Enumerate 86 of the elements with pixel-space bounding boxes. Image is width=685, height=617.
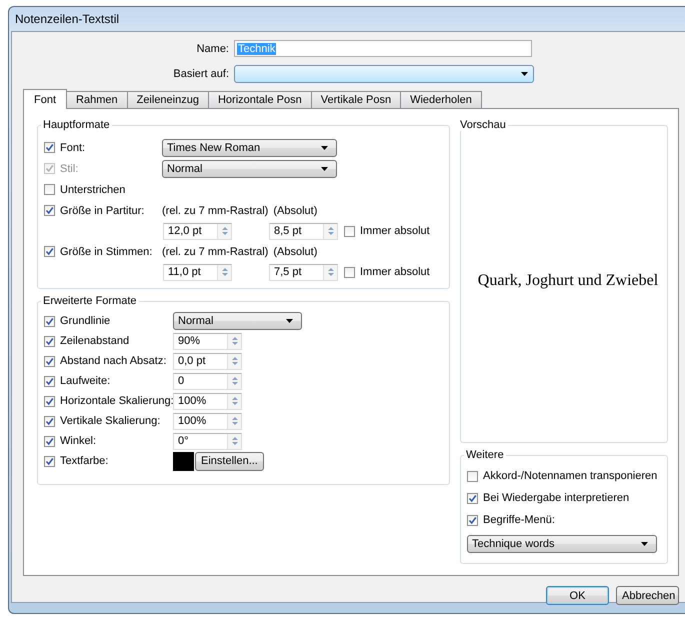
spin-arrows-icon[interactable] (220, 266, 228, 278)
option-label: Akkord-/Notennamen transponieren (483, 470, 658, 482)
option-label: Immer absolut (360, 266, 430, 278)
checkbox[interactable] (44, 246, 55, 257)
column-label: (rel. zu 7 mm-Rastral) (162, 204, 268, 216)
column-label: (Absolut) (273, 246, 318, 258)
dropdown[interactable]: Times New Roman (162, 138, 337, 156)
checkbox[interactable] (344, 226, 355, 236)
spin-arrows-icon[interactable] (230, 435, 238, 447)
option-label: Vertikale Skalierung: (60, 415, 162, 427)
checkbox[interactable] (44, 184, 55, 195)
spin-field[interactable]: 8,5 pt (269, 222, 338, 240)
checkbox[interactable] (44, 356, 55, 366)
option-label: Unterstrichen (60, 184, 126, 196)
checkbox[interactable] (44, 205, 55, 216)
checkbox[interactable] (44, 456, 55, 466)
spin-arrows-icon[interactable] (230, 375, 238, 387)
spin-arrows-icon[interactable] (230, 355, 238, 367)
group-title: Weitere (465, 449, 505, 461)
checkbox[interactable] (467, 492, 478, 504)
spin-arrows-icon[interactable] (326, 266, 334, 278)
spin-field[interactable]: 100% (173, 392, 242, 410)
spin-field[interactable]: 100% (173, 412, 242, 430)
checkbox[interactable] (44, 336, 55, 346)
tab[interactable]: Horizontale Posn (208, 91, 312, 108)
dropdown[interactable]: Technique words (467, 535, 657, 553)
dropdown[interactable]: Normal (173, 312, 302, 330)
spin-field[interactable]: 0 (173, 372, 242, 390)
option-label: Laufweite: (60, 375, 112, 387)
caret-icon (286, 319, 293, 323)
caret-icon (641, 542, 648, 546)
tab[interactable]: Zeileneinzug (126, 91, 209, 108)
checkbox[interactable] (344, 266, 355, 278)
group-title: Hauptformate (42, 119, 111, 131)
spin-field[interactable]: 90% (173, 332, 242, 350)
spin-field[interactable]: 11,0 pt (163, 264, 232, 280)
option-label: Größe in Stimmen: (60, 246, 154, 258)
caret-icon (321, 146, 328, 150)
option-label: Horizontale Skalierung: (60, 395, 173, 407)
option-label: Größe in Partitur: (60, 204, 146, 216)
tab[interactable]: Wiederholen (400, 91, 482, 108)
column-label: (rel. zu 7 mm-Rastral) (162, 246, 268, 258)
option-label: Grundlinie (60, 315, 112, 327)
option-label: Winkel: (60, 435, 98, 447)
dialog-button[interactable]: Abbrechen (616, 586, 679, 605)
checkbox[interactable] (44, 396, 55, 406)
spin-arrows-icon[interactable] (220, 225, 228, 237)
option-label: Stil: (60, 162, 80, 174)
spin-arrows-icon[interactable] (326, 225, 334, 237)
checkbox[interactable] (44, 376, 55, 386)
option-label: Abstand nach Absatz: (60, 355, 168, 367)
spin-field[interactable]: 12,0 pt (163, 222, 232, 240)
tab[interactable]: Rahmen (66, 91, 128, 108)
option-label: Textfarbe: (60, 455, 110, 467)
spin-arrows-icon[interactable] (230, 395, 238, 407)
checkbox[interactable] (467, 514, 478, 526)
field-label: Name: (196, 42, 230, 54)
option-label: Immer absolut (360, 225, 430, 237)
field-label: Basiert auf: (172, 68, 230, 80)
checkbox[interactable] (44, 416, 55, 426)
color-swatch[interactable] (173, 452, 194, 470)
checkbox[interactable] (467, 470, 478, 482)
option-label: Bei Wiedergabe interpretieren (483, 492, 630, 504)
checkbox[interactable] (44, 316, 55, 326)
spin-field[interactable]: 0,0 pt (173, 352, 242, 370)
spin-field[interactable]: 7,5 pt (269, 264, 338, 280)
checkbox[interactable] (44, 436, 55, 446)
spin-field[interactable]: 0° (173, 432, 242, 450)
tab[interactable]: Vertikale Posn (310, 91, 402, 108)
spin-arrows-icon[interactable] (230, 335, 238, 347)
option-label: Font: (60, 142, 86, 154)
preview-text: Quark, Joghurt und Zwiebel (478, 272, 658, 290)
group-title: Vorschau (459, 119, 507, 131)
option-label: Begriffe-Menü: (483, 514, 555, 526)
dialog-button[interactable]: OK (546, 586, 609, 605)
spin-arrows-icon[interactable] (230, 415, 238, 427)
option-label: Zeilenabstand (60, 335, 130, 347)
tab[interactable]: Font (23, 89, 68, 109)
window-title: Notenzeilen-Textstil (15, 12, 120, 26)
checkbox[interactable] (44, 142, 55, 153)
column-label: (Absolut) (273, 204, 318, 216)
set-button[interactable]: Einstellen... (195, 452, 264, 470)
based-on-dropdown[interactable] (234, 64, 534, 82)
caret-icon (321, 166, 328, 170)
caret-icon (521, 72, 528, 76)
group-title: Erweiterte Formate (42, 295, 138, 307)
